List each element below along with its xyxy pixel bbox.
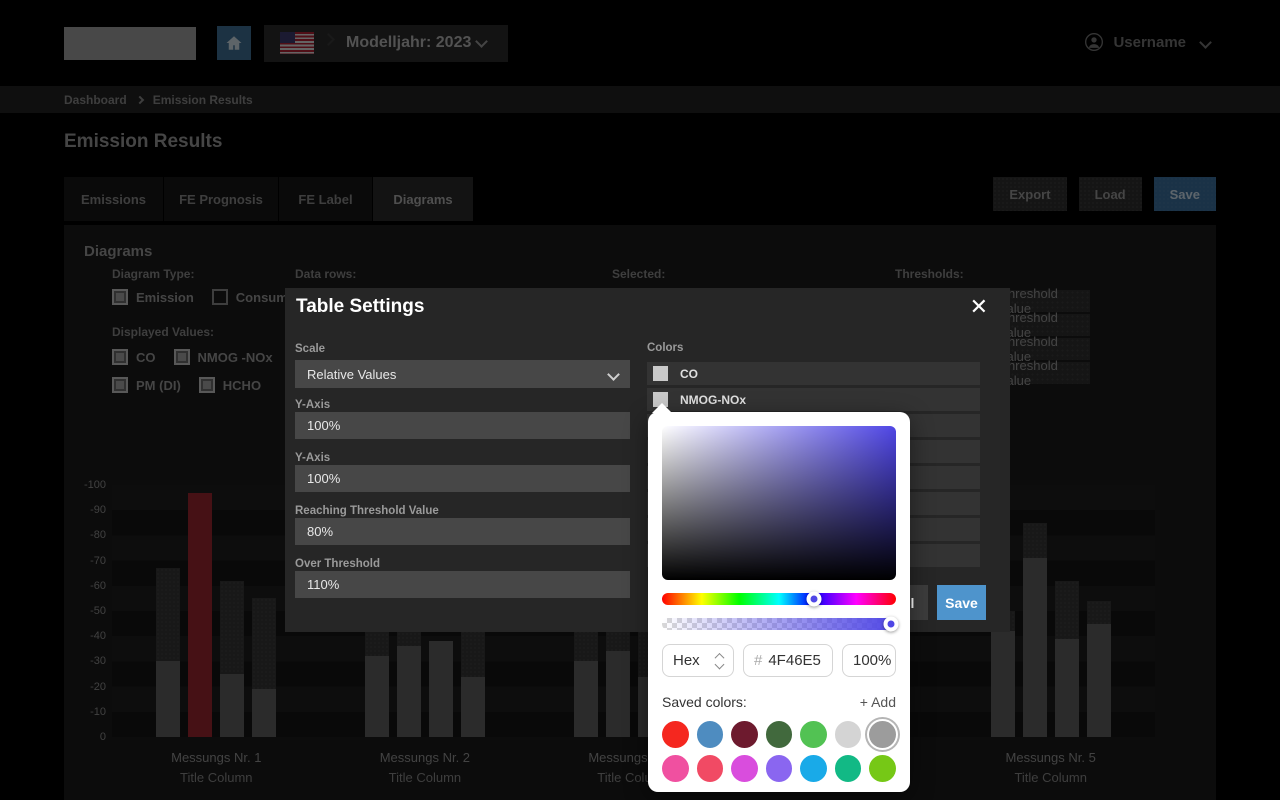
hue-slider[interactable] <box>662 593 896 605</box>
saved-color-swatch[interactable] <box>662 755 689 782</box>
color-value-row: Hex # 4F46E5 100% <box>662 644 896 677</box>
saturation-value-area[interactable] <box>662 426 896 580</box>
saved-color-swatch[interactable] <box>869 721 896 748</box>
saved-color-swatch[interactable] <box>697 721 724 748</box>
modal-save-button[interactable]: Save <box>937 585 986 620</box>
scale-value: Relative Values <box>307 367 396 382</box>
saved-color-swatch[interactable] <box>800 755 827 782</box>
saved-color-swatch[interactable] <box>766 721 793 748</box>
alpha-value-input[interactable]: 100% <box>842 644 896 677</box>
field-input-over-threshold[interactable]: 110% <box>295 571 630 598</box>
hex-value-input[interactable]: # 4F46E5 <box>743 644 833 677</box>
saved-colors-label: Saved colors: <box>662 694 747 710</box>
saved-color-swatch[interactable] <box>766 755 793 782</box>
saved-swatch-row <box>662 755 896 782</box>
close-icon[interactable]: ✕ <box>970 295 988 319</box>
saved-color-swatch[interactable] <box>731 755 758 782</box>
color-swatch[interactable] <box>653 366 668 381</box>
scale-label: Scale <box>295 343 325 355</box>
popover-arrow <box>652 403 672 413</box>
saved-color-swatch[interactable] <box>731 721 758 748</box>
field-label-y-axis: Y-Axis <box>295 452 330 464</box>
saved-color-swatch[interactable] <box>800 721 827 748</box>
saved-color-swatch[interactable] <box>662 721 689 748</box>
field-label-reaching-threshold-value: Reaching Threshold Value <box>295 505 439 517</box>
saved-color-swatch[interactable] <box>697 755 724 782</box>
field-input-y-axis[interactable]: 100% <box>295 465 630 492</box>
field-label-y-axis: Y-Axis <box>295 399 330 411</box>
modal-title: Table Settings <box>296 296 424 318</box>
chevron-updown-icon <box>716 653 723 668</box>
hex-value: 4F46E5 <box>768 652 821 669</box>
saved-color-swatch[interactable] <box>869 755 896 782</box>
alpha-slider[interactable] <box>662 618 896 630</box>
saved-swatch-row <box>662 721 896 748</box>
scale-select[interactable]: Relative Values <box>295 360 630 388</box>
hex-prefix: # <box>754 652 762 669</box>
hue-slider-handle[interactable] <box>807 592 822 607</box>
app-window: Modelljahr: 2023 Username Dashboard Emis… <box>0 0 1280 800</box>
field-label-over-threshold: Over Threshold <box>295 558 380 570</box>
add-color-button[interactable]: + Add <box>860 694 896 710</box>
color-row-label: NMOG-NOx <box>680 393 746 407</box>
color-row-co[interactable]: CO <box>647 362 980 385</box>
field-input-y-axis[interactable]: 100% <box>295 412 630 439</box>
alpha-slider-handle[interactable] <box>884 617 899 632</box>
color-row-label: CO <box>680 367 698 381</box>
color-row-nmog-nox[interactable]: NMOG-NOx <box>647 388 980 411</box>
colors-label: Colors <box>647 342 683 354</box>
color-format-select[interactable]: Hex <box>662 644 734 677</box>
alpha-value: 100% <box>853 652 891 669</box>
field-input-reaching-threshold-value[interactable]: 80% <box>295 518 630 545</box>
chevron-down-icon <box>607 368 620 381</box>
saved-colors-header: Saved colors: + Add <box>662 694 896 710</box>
color-picker-popover: Hex # 4F46E5 100% Saved colors: + Add <box>648 412 910 792</box>
saved-color-swatch[interactable] <box>835 721 862 748</box>
saved-color-swatch[interactable] <box>835 755 862 782</box>
color-format-value: Hex <box>673 652 700 669</box>
